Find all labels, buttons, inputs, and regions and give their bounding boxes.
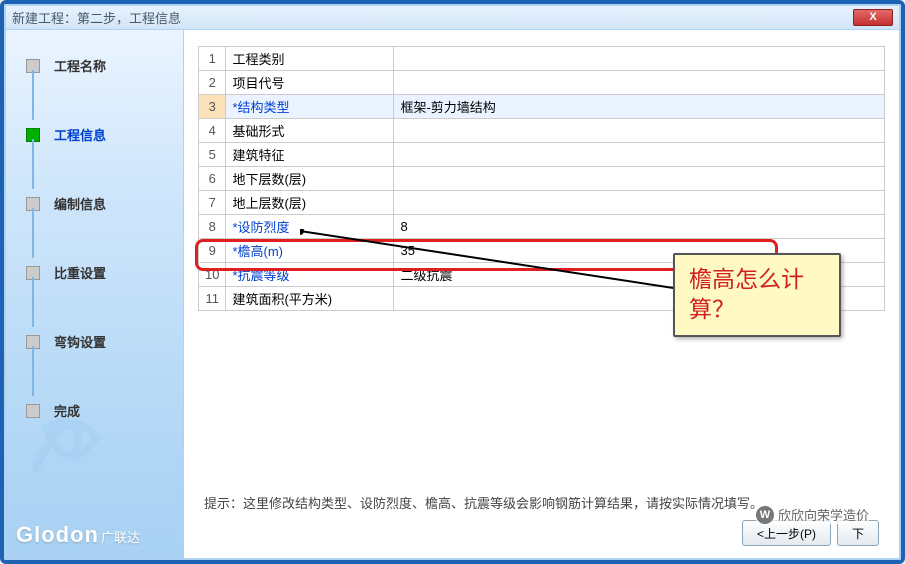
- step-label: 完成: [54, 401, 80, 420]
- table-row[interactable]: 7地上层数(层): [199, 191, 885, 215]
- close-icon[interactable]: X: [853, 9, 893, 26]
- row-number: 5: [199, 143, 226, 167]
- row-number: 7: [199, 191, 226, 215]
- property-value[interactable]: [394, 119, 885, 143]
- wizard-step[interactable]: 工程信息: [26, 125, 163, 144]
- property-name: 地下层数(层): [226, 167, 394, 191]
- property-name: 基础形式: [226, 119, 394, 143]
- wizard-step[interactable]: 弯钩设置: [26, 332, 163, 351]
- property-name: 地上层数(层): [226, 191, 394, 215]
- property-name: *设防烈度: [226, 215, 394, 239]
- step-indicator-icon: [26, 404, 40, 418]
- wizard-step[interactable]: 编制信息: [26, 194, 163, 213]
- property-name: *抗震等级: [226, 263, 394, 287]
- property-name: *结构类型: [226, 95, 394, 119]
- title-bar: 新建工程：第二步，工程信息 X: [6, 6, 899, 30]
- wizard-sidebar: 工程名称工程信息编制信息比重设置弯钩设置完成 Glodon广联达: [6, 30, 184, 558]
- wizard-step[interactable]: 比重设置: [26, 263, 163, 282]
- property-name: 建筑面积(平方米): [226, 287, 394, 311]
- window-title: 新建工程：第二步，工程信息: [12, 8, 853, 27]
- row-number: 8: [199, 215, 226, 239]
- callout-note: 檐高怎么计算？: [673, 253, 841, 337]
- row-number: 11: [199, 287, 226, 311]
- property-value[interactable]: 8: [394, 215, 885, 239]
- property-value[interactable]: [394, 191, 885, 215]
- step-label: 工程名称: [54, 56, 106, 75]
- brand-logo: Glodon广联达: [16, 522, 140, 548]
- step-label: 工程信息: [54, 125, 106, 144]
- table-row[interactable]: 6地下层数(层): [199, 167, 885, 191]
- wizard-step[interactable]: 完成: [26, 401, 163, 420]
- property-value[interactable]: 框架-剪力墙结构: [394, 95, 885, 119]
- row-number: 9: [199, 239, 226, 263]
- property-name: 建筑特征: [226, 143, 394, 167]
- step-label: 比重设置: [54, 263, 106, 282]
- table-row[interactable]: 5建筑特征: [199, 143, 885, 167]
- step-label: 编制信息: [54, 194, 106, 213]
- step-label: 弯钩设置: [54, 332, 106, 351]
- row-number: 6: [199, 167, 226, 191]
- property-name: 项目代号: [226, 71, 394, 95]
- property-name: *檐高(m): [226, 239, 394, 263]
- dialog-window: 新建工程：第二步，工程信息 X 工程名称工程信息编制信息比重设置弯钩设置完成 G…: [4, 4, 901, 560]
- row-number: 4: [199, 119, 226, 143]
- table-row[interactable]: 2项目代号: [199, 71, 885, 95]
- row-number: 2: [199, 71, 226, 95]
- button-bar: <上一步(P) 下: [198, 520, 885, 550]
- property-value[interactable]: [394, 143, 885, 167]
- property-value[interactable]: [394, 71, 885, 95]
- table-row[interactable]: 8*设防烈度8: [199, 215, 885, 239]
- wechat-icon: W: [756, 506, 774, 524]
- table-row[interactable]: 4基础形式: [199, 119, 885, 143]
- watermark: W 欣欣向荣学造价: [756, 505, 869, 524]
- property-value[interactable]: [394, 167, 885, 191]
- property-value[interactable]: [394, 47, 885, 71]
- table-row[interactable]: 1工程类别: [199, 47, 885, 71]
- table-row[interactable]: 3*结构类型框架-剪力墙结构: [199, 95, 885, 119]
- wizard-step[interactable]: 工程名称: [26, 56, 163, 75]
- row-number: 3: [199, 95, 226, 119]
- property-name: 工程类别: [226, 47, 394, 71]
- row-number: 10: [199, 263, 226, 287]
- row-number: 1: [199, 47, 226, 71]
